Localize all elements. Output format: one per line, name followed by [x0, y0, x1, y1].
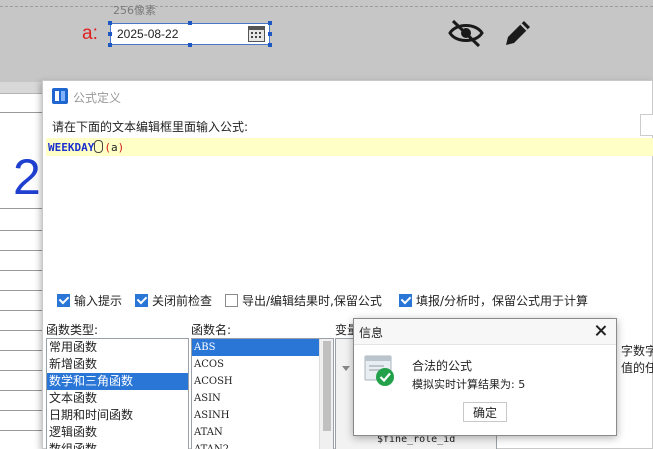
grid-line: [0, 390, 44, 391]
checkbox-checked[interactable]: [57, 293, 70, 307]
category-item[interactable]: 逻辑函数: [47, 424, 188, 441]
info-message: 合法的公式: [412, 359, 473, 373]
function-list-scrollbar[interactable]: [319, 339, 333, 449]
function-item-selected[interactable]: ABS: [192, 339, 320, 356]
edit-pencil-icon[interactable]: [501, 16, 535, 50]
resize-handle[interactable]: [188, 21, 192, 25]
grid-line: [0, 330, 44, 331]
category-item[interactable]: 新增函数: [47, 356, 188, 373]
function-list[interactable]: ABS ACOS ACOSH ASIN ASINH ATAN ATAN2: [191, 338, 334, 449]
function-item[interactable]: ACOSH: [192, 373, 333, 390]
resize-handle[interactable]: [268, 21, 272, 25]
resize-handle[interactable]: [108, 21, 112, 25]
formula-function: WEEKDAY: [48, 141, 95, 154]
text-cursor: [94, 140, 104, 153]
hide-eye-icon[interactable]: [447, 18, 485, 48]
grid-line: [0, 230, 44, 231]
description-line: 值的任: [621, 361, 653, 375]
grid-line: [0, 430, 44, 431]
option-check-before-close[interactable]: 关闭前检查: [135, 292, 212, 308]
grid-header: [0, 82, 44, 94]
ok-button[interactable]: 确定: [463, 402, 507, 422]
checkbox-unchecked[interactable]: [225, 293, 238, 307]
cell-digit: 2: [13, 149, 41, 205]
dialog-title: 公式定义: [73, 91, 122, 105]
formula-editor[interactable]: WEEKDAY (a): [46, 138, 653, 156]
grid-line: [0, 370, 44, 371]
option-label: 导出/编辑结果时,保留公式: [242, 293, 382, 308]
grid-line: [0, 310, 44, 311]
resize-handle[interactable]: [268, 32, 272, 36]
ruler-guide-line: [0, 6, 653, 7]
category-item[interactable]: 日期和时间函数: [47, 407, 188, 424]
function-item[interactable]: ATAN2: [192, 441, 333, 449]
function-item[interactable]: ASIN: [192, 390, 333, 407]
info-titlebar[interactable]: 信息: [354, 319, 616, 345]
grid-line: [0, 112, 44, 113]
grid-line: [0, 290, 44, 291]
grid-line: [0, 208, 44, 209]
checkbox-checked[interactable]: [399, 293, 412, 307]
option-input-hint[interactable]: 输入提示: [57, 292, 122, 308]
dialog-titlebar[interactable]: 公式定义: [43, 81, 652, 111]
info-result: 模拟实时计算结果为: 5: [412, 378, 526, 391]
date-widget[interactable]: 2025-08-22: [108, 21, 272, 47]
category-label: 函数类型:: [46, 323, 99, 337]
option-label: 填报/分析时，保留公式用于计算: [416, 293, 589, 308]
valid-formula-check-icon: [364, 355, 394, 386]
resize-handle[interactable]: [188, 43, 192, 47]
calendar-icon[interactable]: [248, 26, 265, 42]
resize-handle[interactable]: [108, 32, 112, 36]
instruction-text: 请在下面的文本编辑框里面输入公式:: [52, 120, 249, 134]
formula-open-paren: (: [104, 141, 111, 154]
category-list[interactable]: 常用函数 新增函数 数学和三角函数 文本函数 日期和时间函数 逻辑函数 数组函数: [46, 338, 189, 449]
function-item[interactable]: ASINH: [192, 407, 333, 424]
close-icon[interactable]: [592, 322, 610, 340]
description-line: 字数字的: [621, 344, 653, 358]
field-label: a:: [82, 23, 98, 44]
info-dialog: 信息 合法的公式 模拟实时计算结果为: 5 确定: [353, 318, 617, 436]
checkbox-checked[interactable]: [135, 293, 148, 307]
expand-arrow-icon[interactable]: [342, 366, 350, 371]
formula-argument: a: [110, 141, 118, 154]
resize-handle[interactable]: [268, 43, 272, 47]
category-item[interactable]: 常用函数: [47, 339, 188, 356]
function-description: 字数字的 值的任: [621, 338, 653, 449]
option-keep-formula-on-fill[interactable]: 填报/分析时，保留公式用于计算: [399, 292, 588, 308]
grid-line: [0, 250, 44, 251]
app-logo-icon: [52, 88, 68, 104]
function-item[interactable]: ATAN: [192, 424, 333, 441]
function-label: 函数名:: [191, 323, 232, 337]
option-label: 关闭前检查: [152, 293, 213, 308]
category-item-selected[interactable]: 数学和三角函数: [47, 373, 188, 390]
resize-handle[interactable]: [108, 43, 112, 47]
option-keep-formula-on-export[interactable]: 导出/编辑结果时,保留公式: [225, 292, 382, 308]
function-item[interactable]: ACOS: [192, 356, 333, 373]
formula-close-paren: ): [117, 141, 125, 154]
date-value: 2025-08-22: [117, 27, 179, 41]
report-grid: 2: [0, 82, 44, 449]
designer-canvas: [0, 0, 653, 82]
size-hint: 256像素: [113, 4, 156, 17]
grid-line: [0, 270, 44, 271]
category-item[interactable]: 数组函数: [47, 441, 188, 449]
category-item[interactable]: 文本函数: [47, 390, 188, 407]
grid-line: [0, 350, 44, 351]
option-label: 输入提示: [74, 293, 123, 308]
scrollbar-thumb[interactable]: [323, 341, 331, 431]
editor-tool-button[interactable]: [640, 114, 653, 136]
info-title: 信息: [359, 326, 384, 340]
grid-line: [0, 410, 44, 411]
formula-text: WEEKDAY (a): [48, 140, 124, 154]
